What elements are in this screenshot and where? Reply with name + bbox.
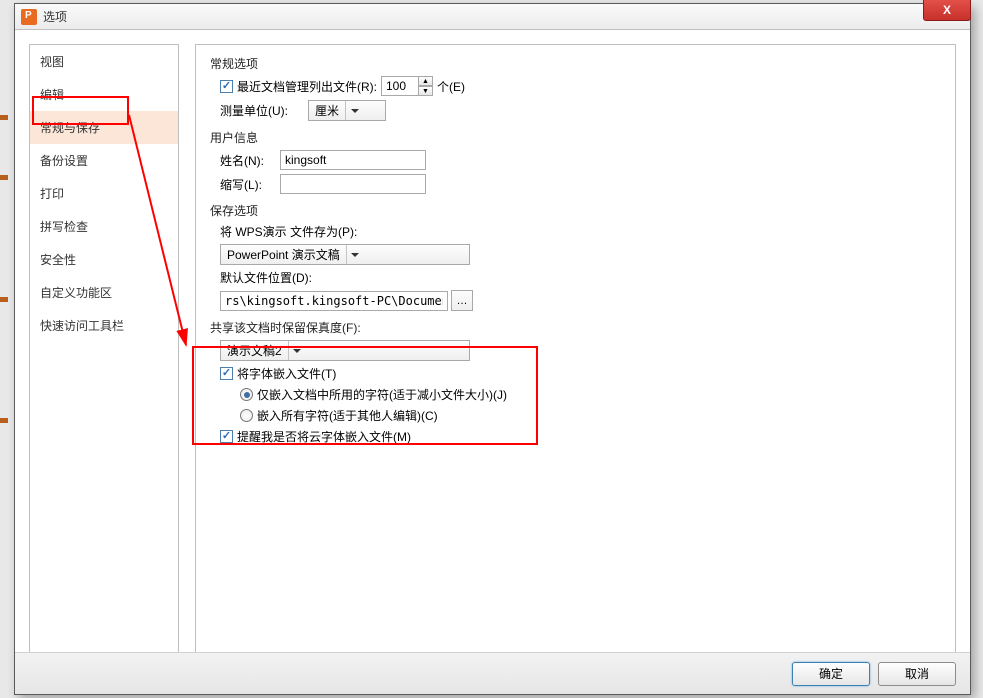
edge-marker — [0, 297, 8, 302]
window-title: 选项 — [43, 8, 67, 25]
measure-unit-row: 测量单位(U): 厘米 — [220, 100, 941, 121]
measure-unit-select[interactable]: 厘米 — [308, 100, 386, 121]
content-panel: 常规选项 最近文档管理列出文件(R): ▲ ▼ 个(E) 测量单位(U): 厘米 — [195, 44, 956, 654]
save-as-label: 将 WPS演示 文件存为(P): — [220, 223, 357, 240]
sidebar-item-edit[interactable]: 编辑 — [30, 78, 178, 111]
options-dialog: 选项 X 视图 编辑 常规与保存 备份设置 打印 拼写检查 安全性 自定义功能区… — [14, 3, 971, 695]
chevron-down-icon — [345, 101, 363, 120]
recent-files-count-input[interactable] — [381, 76, 419, 96]
notify-cloud-label: 提醒我是否将云字体嵌入文件(M) — [237, 428, 411, 445]
app-icon — [21, 9, 37, 25]
save-as-row: PowerPoint 演示文稿 — [220, 244, 941, 265]
embed-all-label: 嵌入所有字符(适于其他人编辑)(C) — [257, 407, 438, 424]
browse-button[interactable]: … — [451, 290, 473, 311]
name-row: 姓名(N): — [220, 150, 941, 170]
notify-cloud-checkbox[interactable] — [220, 430, 233, 443]
default-location-row: … — [220, 290, 941, 311]
edge-marker — [0, 115, 8, 120]
category-sidebar: 视图 编辑 常规与保存 备份设置 打印 拼写检查 安全性 自定义功能区 快速访问… — [29, 44, 179, 654]
embed-fonts-checkbox[interactable] — [220, 367, 233, 380]
initials-input[interactable] — [280, 174, 426, 194]
fidelity-doc-row: 演示文稿2 — [220, 340, 941, 361]
default-location-input[interactable] — [220, 291, 448, 311]
embed-fonts-row: 将字体嵌入文件(T) — [220, 365, 941, 382]
recent-files-label: 最近文档管理列出文件(R): — [237, 78, 377, 95]
titlebar[interactable]: 选项 X — [15, 4, 970, 30]
section-save-title: 保存选项 — [210, 202, 941, 219]
sidebar-item-customize-ribbon[interactable]: 自定义功能区 — [30, 276, 178, 309]
edge-marker — [0, 418, 8, 423]
dialog-footer: 确定 取消 — [15, 652, 970, 694]
embed-all-row: 嵌入所有字符(适于其他人编辑)(C) — [240, 407, 941, 424]
recent-files-row: 最近文档管理列出文件(R): ▲ ▼ 个(E) — [220, 76, 941, 96]
section-user-title: 用户信息 — [210, 129, 941, 146]
embed-used-radio[interactable] — [240, 388, 253, 401]
fidelity-doc-select[interactable]: 演示文稿2 — [220, 340, 470, 361]
default-location-label: 默认文件位置(D): — [220, 269, 312, 286]
ok-button[interactable]: 确定 — [792, 662, 870, 686]
notify-cloud-row: 提醒我是否将云字体嵌入文件(M) — [220, 428, 941, 445]
embed-used-row: 仅嵌入文档中所用的字符(适于减小文件大小)(J) — [240, 386, 941, 403]
sidebar-item-spellcheck[interactable]: 拼写检查 — [30, 210, 178, 243]
embed-used-label: 仅嵌入文档中所用的字符(适于减小文件大小)(J) — [257, 386, 507, 403]
initials-row: 缩写(L): — [220, 174, 941, 194]
sidebar-item-quick-access[interactable]: 快速访问工具栏 — [30, 309, 178, 342]
name-input[interactable] — [280, 150, 426, 170]
section-general-title: 常规选项 — [210, 55, 941, 72]
chevron-down-icon — [346, 245, 364, 264]
embed-fonts-label: 将字体嵌入文件(T) — [237, 365, 336, 382]
sidebar-item-security[interactable]: 安全性 — [30, 243, 178, 276]
sidebar-item-backup[interactable]: 备份设置 — [30, 144, 178, 177]
recent-files-spin-up[interactable]: ▲ — [418, 76, 433, 86]
cancel-button[interactable]: 取消 — [878, 662, 956, 686]
embed-all-radio[interactable] — [240, 409, 253, 422]
section-fidelity-title: 共享该文档时保留保真度(F): — [210, 319, 941, 336]
edge-marker — [0, 175, 8, 180]
recent-files-spin-down[interactable]: ▼ — [418, 86, 433, 96]
dialog-body: 视图 编辑 常规与保存 备份设置 打印 拼写检查 安全性 自定义功能区 快速访问… — [15, 30, 970, 652]
default-location-label-row: 默认文件位置(D): — [220, 269, 941, 286]
save-as-label-row: 将 WPS演示 文件存为(P): — [220, 223, 941, 240]
recent-files-unit: 个(E) — [437, 78, 465, 95]
sidebar-item-print[interactable]: 打印 — [30, 177, 178, 210]
sidebar-item-view[interactable]: 视图 — [30, 45, 178, 78]
save-as-select[interactable]: PowerPoint 演示文稿 — [220, 244, 470, 265]
initials-label: 缩写(L): — [220, 176, 280, 193]
name-label: 姓名(N): — [220, 152, 280, 169]
close-button[interactable]: X — [923, 0, 971, 21]
chevron-down-icon — [288, 341, 306, 360]
recent-files-checkbox[interactable] — [220, 80, 233, 93]
sidebar-item-general-save[interactable]: 常规与保存 — [30, 111, 178, 144]
measure-unit-label: 测量单位(U): — [220, 102, 308, 119]
